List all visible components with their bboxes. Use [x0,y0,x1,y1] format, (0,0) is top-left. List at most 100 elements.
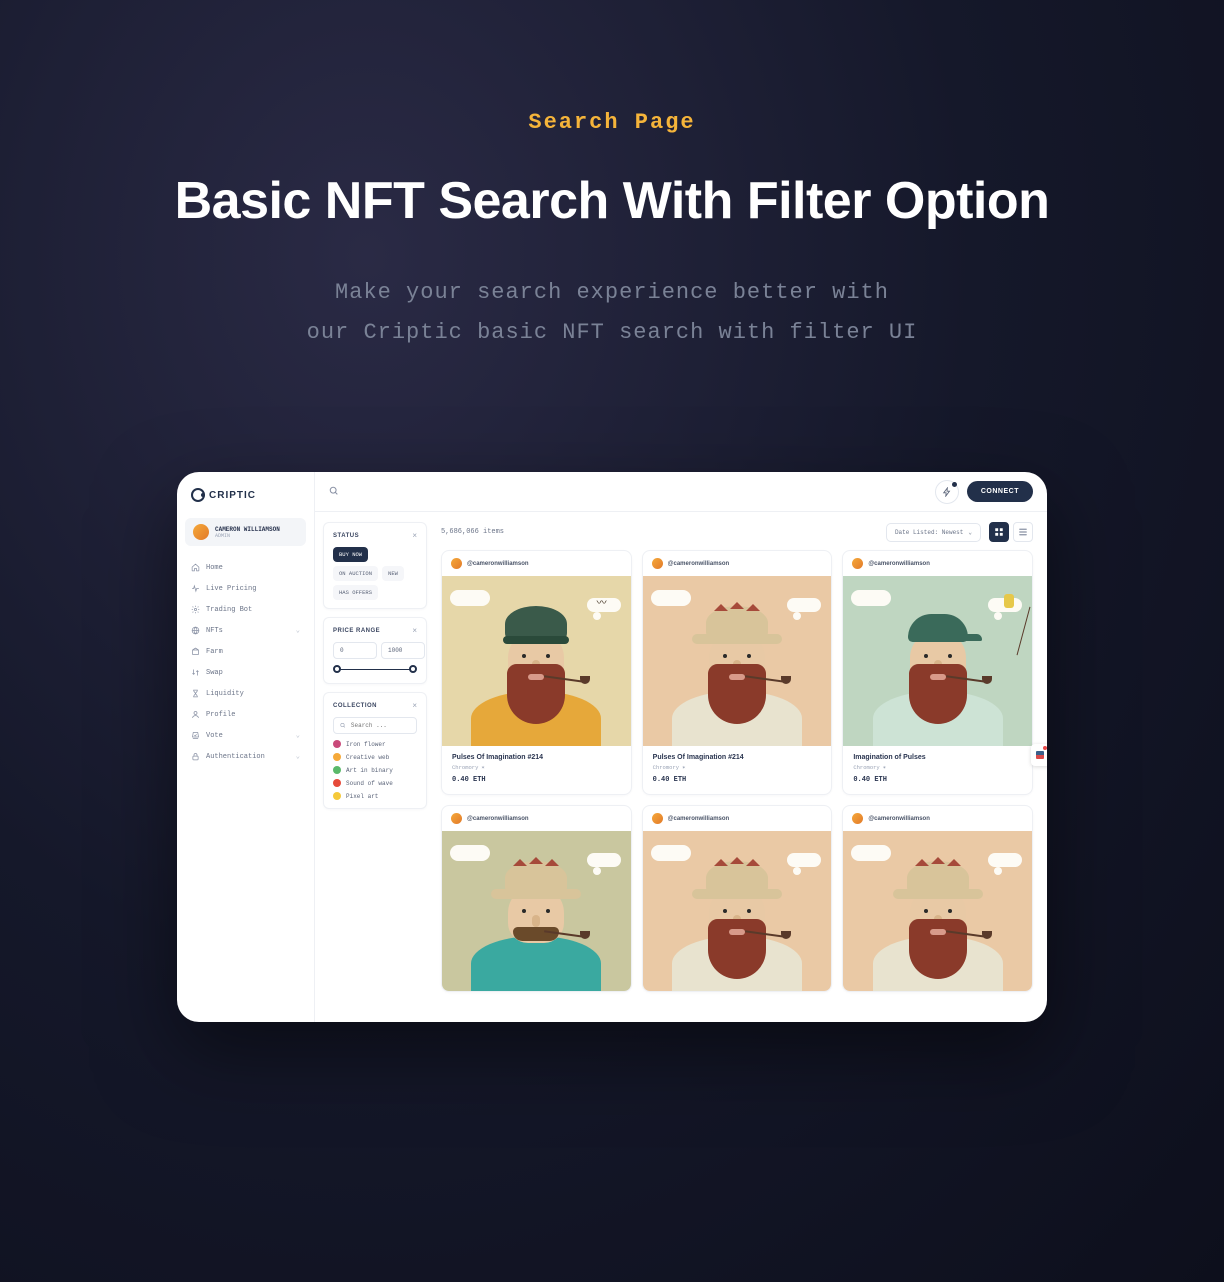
sidebar-item-profile[interactable]: Profile [185,705,306,724]
nft-image [442,831,631,991]
nft-price: 0.40 ETH [853,776,1022,784]
sidebar-item-label: Vote [206,732,223,740]
sidebar-item-liquidity[interactable]: Liquidity [185,684,306,703]
nft-price: 0.40 ETH [452,776,621,784]
nft-price: 0.40 ETH [653,776,822,784]
nft-card[interactable]: @cameronwilliamson〰Pulses Of Imagination… [441,550,632,795]
logo[interactable]: CRIPTIC [185,484,306,512]
nft-owner: @cameronwilliamson [868,816,930,822]
collection-item[interactable]: Pixel art [333,792,417,800]
nft-image: 〰 [442,576,631,746]
status-panel: STATUS × BUY NOWON AUCTIONNEWHAS OFFERS [323,522,427,609]
user-name: CAMERON WILLIAMSON [215,526,280,533]
vote-icon [191,731,200,740]
sidebar-item-label: Live Pricing [206,585,256,593]
sidebar-item-label: Swap [206,669,223,677]
collection-dot-icon [333,792,341,800]
nft-card[interactable]: @cameronwilliamson [842,805,1033,992]
chevron-down-icon: ⌄ [296,752,300,761]
collection-label: Iron flower [346,741,386,748]
hero-subtitle: Make your search experience better with … [0,273,1224,352]
chevron-down-icon: ⌄ [296,626,300,635]
nft-owner: @cameronwilliamson [668,561,730,567]
nft-card[interactable]: @cameronwilliamson [441,805,632,992]
hero-title: Basic NFT Search With Filter Option [0,171,1224,231]
close-icon[interactable]: × [412,531,417,540]
home-icon [191,563,200,572]
hourglass-icon [191,689,200,698]
collection-title: COLLECTION [333,703,377,709]
list-view-button[interactable] [1013,522,1033,542]
chevron-down-icon: ⌄ [968,529,972,536]
result-count: 5,686,066 items [441,528,504,536]
nft-card[interactable]: @cameronwilliamsonImagination of PulsesC… [842,550,1033,795]
collection-dot-icon [333,740,341,748]
sort-dropdown[interactable]: Date Listed: Newest ⌄ [886,523,981,542]
price-slider[interactable] [333,665,417,675]
nft-title: Pulses Of Imagination #214 [653,754,822,761]
status-chip-buy-now[interactable]: BUY NOW [333,547,368,562]
price-min-input[interactable] [333,642,377,659]
grid-view-button[interactable] [989,522,1009,542]
collection-item[interactable]: Sound of wave [333,779,417,787]
sidebar-item-farm[interactable]: Farm [185,642,306,661]
nav: Home Live Pricing Trading Bot NFTs ⌄ Farm Swap… [185,558,306,766]
avatar [852,558,863,569]
collection-dot-icon [333,753,341,761]
sidebar-item-swap[interactable]: Swap [185,663,306,682]
avatar [652,558,663,569]
collection-dot-icon [333,779,341,787]
collection-item[interactable]: Creative web [333,753,417,761]
side-widget-button[interactable] [1031,744,1047,766]
nft-owner: @cameronwilliamson [467,816,529,822]
app-frame: CRIPTIC CAMERON WILLIAMSON ADMIN Home Liv… [177,472,1047,1022]
status-chip-new[interactable]: NEW [382,566,404,581]
sidebar: CRIPTIC CAMERON WILLIAMSON ADMIN Home Liv… [177,472,315,1022]
status-chip-has-offers[interactable]: HAS OFFERS [333,585,378,600]
status-chip-on-auction[interactable]: ON AUCTION [333,566,378,581]
hero-subtitle-line: Make your search experience better with [0,273,1224,313]
nft-collection: Chromory ✶ [853,764,1022,771]
slider-knob-max[interactable] [409,665,417,673]
nft-owner: @cameronwilliamson [868,561,930,567]
price-panel: PRICE RANGE × [323,617,427,684]
flash-button[interactable] [935,480,959,504]
user-card[interactable]: CAMERON WILLIAMSON ADMIN [185,518,306,546]
sidebar-item-vote[interactable]: Vote ⌄ [185,726,306,745]
collection-search[interactable] [333,717,417,734]
sidebar-item-authentication[interactable]: Authentication⌄ [185,747,306,766]
collection-search-input[interactable] [351,722,410,729]
search-icon[interactable] [329,483,339,501]
swap-icon [191,668,200,677]
collection-item[interactable]: Iron flower [333,740,417,748]
collection-panel: COLLECTION × Iron flower Creative web Art … [323,692,427,809]
hero-subtitle-line: our Criptic basic NFT search with filter… [0,313,1224,353]
chevron-down-icon: ⌄ [296,731,300,740]
collection-label: Creative web [346,754,389,761]
price-max-input[interactable] [381,642,425,659]
results: 5,686,066 items Date Listed: Newest ⌄ [435,512,1047,1022]
avatar [451,558,462,569]
nft-owner: @cameronwilliamson [467,561,529,567]
sidebar-item-nfts[interactable]: NFTs ⌄ [185,621,306,640]
verified-icon: ✶ [682,764,685,771]
avatar [193,524,209,540]
nft-card[interactable]: @cameronwilliamson [642,805,833,992]
sort-label: Date Listed: Newest [895,529,963,536]
sidebar-item-live-pricing[interactable]: Live Pricing [185,579,306,598]
slider-knob-min[interactable] [333,665,341,673]
sidebar-item-label: NFTs [206,627,223,635]
user-role: ADMIN [215,533,280,539]
filters: STATUS × BUY NOWON AUCTIONNEWHAS OFFERS … [315,512,435,1022]
globe-icon [191,626,200,635]
nft-card[interactable]: @cameronwilliamson Pulses Of Imagination … [642,550,833,795]
sidebar-item-home[interactable]: Home [185,558,306,577]
avatar [451,813,462,824]
sidebar-item-trading-bot[interactable]: Trading Bot [185,600,306,619]
close-icon[interactable]: × [412,701,417,710]
price-title: PRICE RANGE [333,628,380,634]
topbar: CONNECT [315,472,1047,512]
collection-item[interactable]: Art in binary [333,766,417,774]
connect-button[interactable]: CONNECT [967,481,1033,502]
close-icon[interactable]: × [412,626,417,635]
